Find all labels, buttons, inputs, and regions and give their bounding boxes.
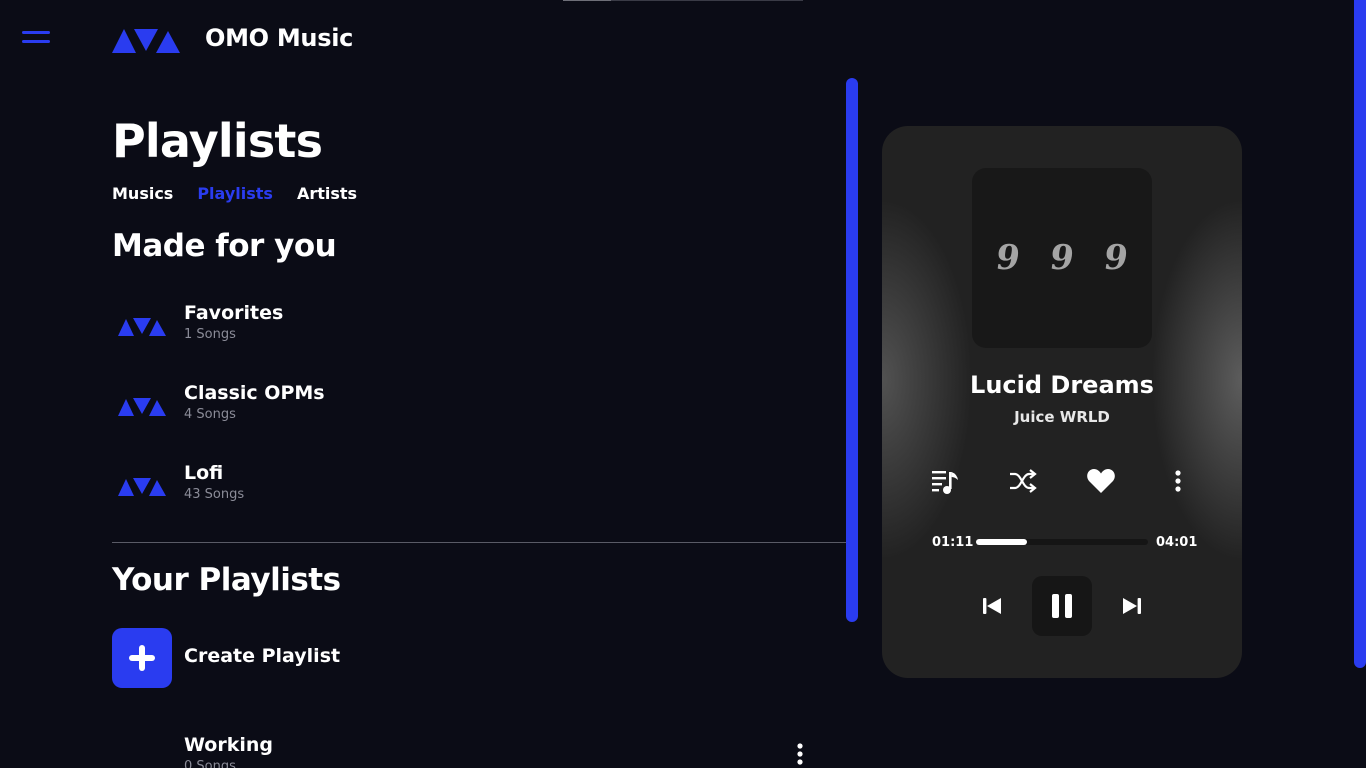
queue-music-icon — [932, 471, 958, 494]
shuffle-button[interactable] — [1006, 464, 1040, 498]
playlist-logo-icon — [118, 318, 166, 336]
next-button[interactable] — [1118, 592, 1146, 620]
content-scrollbar[interactable] — [846, 78, 858, 622]
cover-digit: 9 — [1047, 238, 1077, 278]
playlist-logo-icon — [118, 478, 166, 496]
page-title: Playlists — [112, 114, 323, 168]
tab-artists[interactable]: Artists — [297, 184, 357, 203]
omo-logo-icon — [112, 29, 180, 53]
create-playlist-label[interactable]: Create Playlist — [184, 645, 340, 667]
top-edge-highlight — [563, 0, 611, 1]
shuffle-icon — [1010, 469, 1037, 493]
skip-previous-icon — [983, 598, 1001, 614]
like-button[interactable] — [1084, 464, 1118, 498]
cover-digit: 9 — [993, 238, 1023, 278]
tab-playlists[interactable]: Playlists — [197, 184, 273, 203]
queue-button[interactable] — [928, 464, 962, 498]
playlist-item-classic-opms[interactable]: Classic OPMs 4 Songs — [112, 380, 812, 436]
skip-next-icon — [1123, 598, 1141, 614]
progress-fill — [976, 539, 1027, 545]
playlist-name: Working — [184, 734, 273, 756]
current-time: 01:11 — [932, 535, 974, 550]
more-vertical-icon — [1175, 470, 1181, 492]
song-title: Lucid Dreams — [970, 371, 1154, 399]
now-playing-card: 9 9 9 Lucid Dreams Juice WRLD 01:11 04:0… — [882, 126, 1242, 678]
cover-digit: 9 — [1101, 238, 1131, 278]
your-playlists-heading: Your Playlists — [112, 562, 341, 598]
playlist-song-count: 43 Songs — [184, 487, 245, 502]
playlist-name: Favorites — [184, 302, 284, 324]
hamburger-menu-icon[interactable] — [22, 31, 50, 47]
playlist-name: Lofi — [184, 462, 224, 484]
playlist-more-options-icon[interactable] — [793, 740, 807, 768]
playlist-item-favorites[interactable]: Favorites 1 Songs — [112, 300, 812, 356]
create-playlist-button[interactable] — [112, 628, 172, 688]
progress-slider[interactable] — [976, 539, 1148, 545]
playlist-logo-icon — [118, 398, 166, 416]
made-for-you-heading: Made for you — [112, 228, 337, 264]
app-title: OMO Music — [205, 24, 354, 52]
section-divider — [112, 542, 846, 543]
playlist-item-lofi[interactable]: Lofi 43 Songs — [112, 460, 812, 516]
playlist-song-count: 1 Songs — [184, 327, 236, 342]
total-time: 04:01 — [1156, 535, 1198, 550]
pause-button[interactable] — [1032, 576, 1092, 636]
page-scrollbar[interactable] — [1354, 0, 1366, 668]
pause-icon — [1052, 594, 1072, 618]
tab-musics[interactable]: Musics — [112, 184, 173, 203]
playlist-name: Classic OPMs — [184, 382, 325, 404]
tab-bar: Musics Playlists Artists — [112, 184, 357, 203]
player-more-button[interactable] — [1166, 464, 1190, 498]
playlist-song-count: 4 Songs — [184, 407, 236, 422]
playlist-item-working[interactable]: Working 0 Songs — [112, 732, 812, 768]
heart-icon — [1087, 469, 1115, 493]
song-artist: Juice WRLD — [1014, 408, 1110, 426]
album-cover: 9 9 9 — [972, 168, 1152, 348]
playlist-song-count: 0 Songs — [184, 759, 236, 768]
previous-button[interactable] — [978, 592, 1006, 620]
plus-icon — [129, 645, 155, 671]
